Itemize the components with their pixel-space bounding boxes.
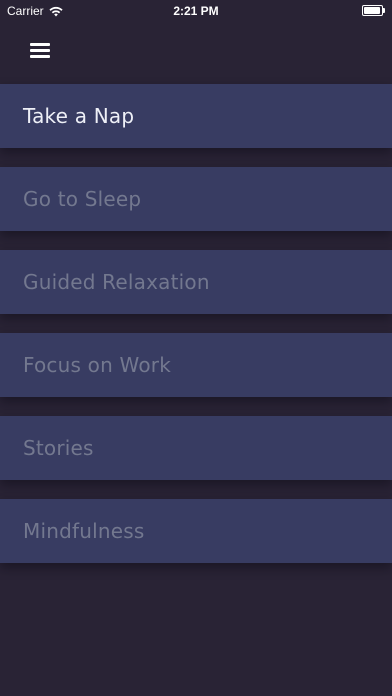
hamburger-menu-icon[interactable] — [30, 42, 50, 60]
menu-item-label: Go to Sleep — [23, 187, 142, 211]
menu-item-label: Guided Relaxation — [23, 270, 210, 294]
status-bar: Carrier 2:21 PM — [0, 0, 392, 22]
menu-item-go-to-sleep[interactable]: Go to Sleep — [0, 167, 392, 231]
menu-item-guided-relaxation[interactable]: Guided Relaxation — [0, 250, 392, 314]
menu-item-label: Take a Nap — [23, 104, 135, 128]
menu-item-take-a-nap[interactable]: Take a Nap — [0, 84, 392, 148]
menu-item-focus-on-work[interactable]: Focus on Work — [0, 333, 392, 397]
menu-item-label: Mindfulness — [23, 519, 145, 543]
menu-item-label: Stories — [23, 436, 94, 460]
category-menu: Take a Nap Go to Sleep Guided Relaxation… — [0, 84, 392, 563]
menu-item-label: Focus on Work — [23, 353, 171, 377]
menu-item-stories[interactable]: Stories — [0, 416, 392, 480]
menu-item-mindfulness[interactable]: Mindfulness — [0, 499, 392, 563]
status-time: 2:21 PM — [173, 4, 219, 18]
battery-icon — [362, 5, 385, 16]
